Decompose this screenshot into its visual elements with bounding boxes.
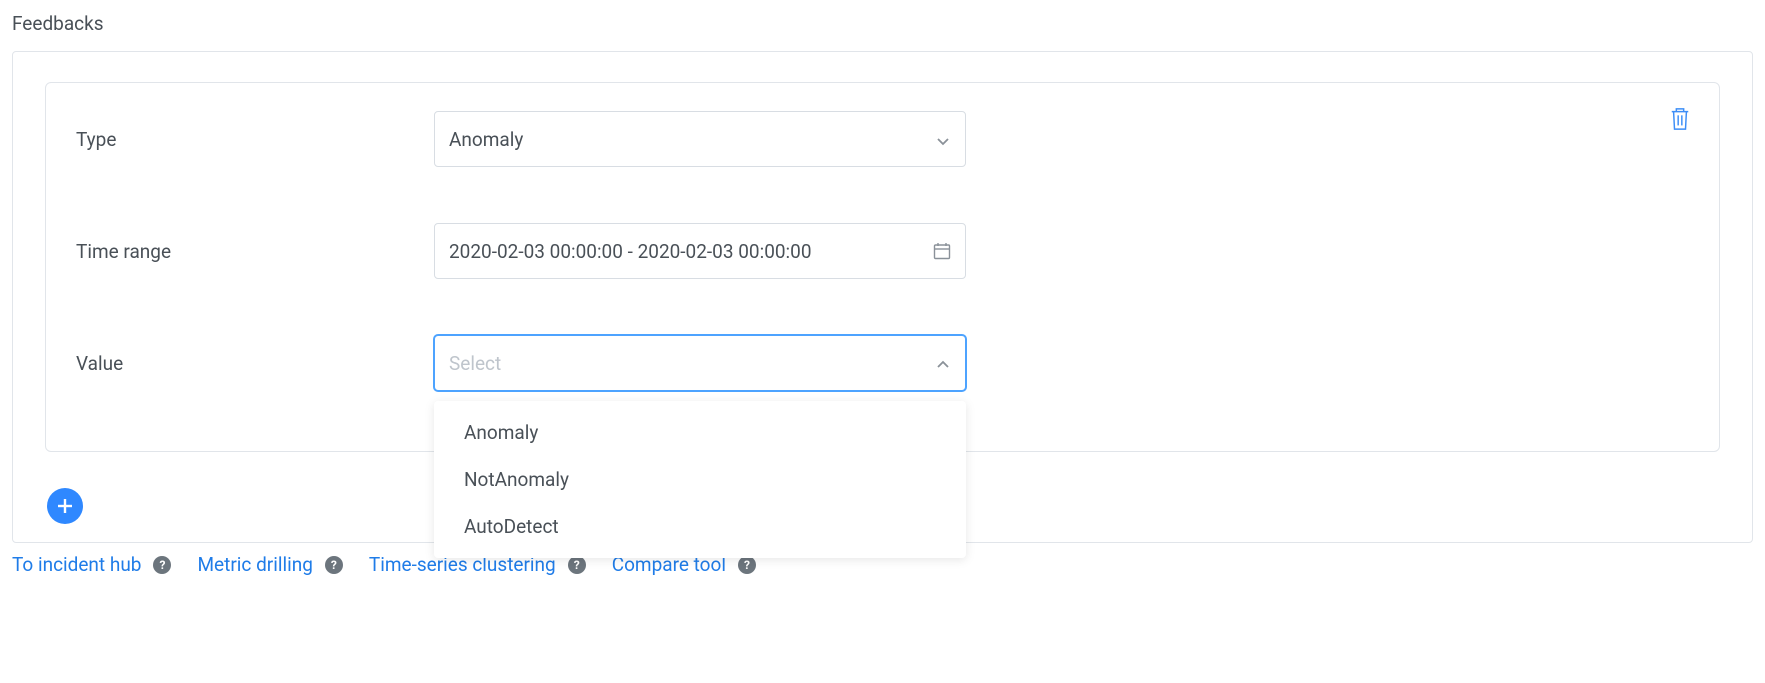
value-dropdown-panel: Anomaly NotAnomaly AutoDetect xyxy=(434,401,966,558)
type-select-value: Anomaly xyxy=(449,128,523,151)
time-range-row: Time range 2020-02-03 00:00:00 - 2020-02… xyxy=(76,223,1689,279)
help-icon[interactable]: ? xyxy=(738,556,756,574)
time-range-value: 2020-02-03 00:00:00 - 2020-02-03 00:00:0… xyxy=(449,240,812,263)
page-title: Feedbacks xyxy=(12,12,1753,35)
value-label: Value xyxy=(76,352,434,375)
chevron-down-icon xyxy=(935,131,951,147)
type-select[interactable]: Anomaly xyxy=(434,111,966,167)
calendar-icon xyxy=(933,242,951,260)
help-icon[interactable]: ? xyxy=(568,556,586,574)
value-row: Value Select Anomaly NotAnomaly AutoDete… xyxy=(76,335,1689,391)
value-option-notanomaly[interactable]: NotAnomaly xyxy=(434,456,966,503)
help-icon[interactable]: ? xyxy=(153,556,171,574)
plus-icon xyxy=(55,496,75,516)
time-range-label: Time range xyxy=(76,240,434,263)
delete-button[interactable] xyxy=(1669,105,1691,133)
type-row: Type Anomaly xyxy=(76,111,1689,167)
value-option-autodetect[interactable]: AutoDetect xyxy=(434,503,966,550)
help-icon[interactable]: ? xyxy=(325,556,343,574)
time-range-input[interactable]: 2020-02-03 00:00:00 - 2020-02-03 00:00:0… xyxy=(434,223,966,279)
type-select-wrap: Anomaly xyxy=(434,111,966,167)
type-label: Type xyxy=(76,128,434,151)
time-range-input-wrap: 2020-02-03 00:00:00 - 2020-02-03 00:00:0… xyxy=(434,223,966,279)
value-select-placeholder: Select xyxy=(449,352,501,375)
value-select[interactable]: Select xyxy=(434,335,966,391)
value-option-anomaly[interactable]: Anomaly xyxy=(434,409,966,456)
value-select-wrap: Select Anomaly NotAnomaly AutoDetect xyxy=(434,335,966,391)
feedback-form-card: Type Anomaly Time range 2020-02-03 00:00… xyxy=(45,82,1720,452)
link-metric-drilling[interactable]: Metric drilling xyxy=(197,553,312,576)
feedbacks-panel: Type Anomaly Time range 2020-02-03 00:00… xyxy=(12,51,1753,543)
trash-icon xyxy=(1669,105,1691,133)
add-button[interactable] xyxy=(47,488,83,524)
chevron-up-icon xyxy=(935,355,951,371)
link-incident-hub[interactable]: To incident hub xyxy=(12,553,141,576)
